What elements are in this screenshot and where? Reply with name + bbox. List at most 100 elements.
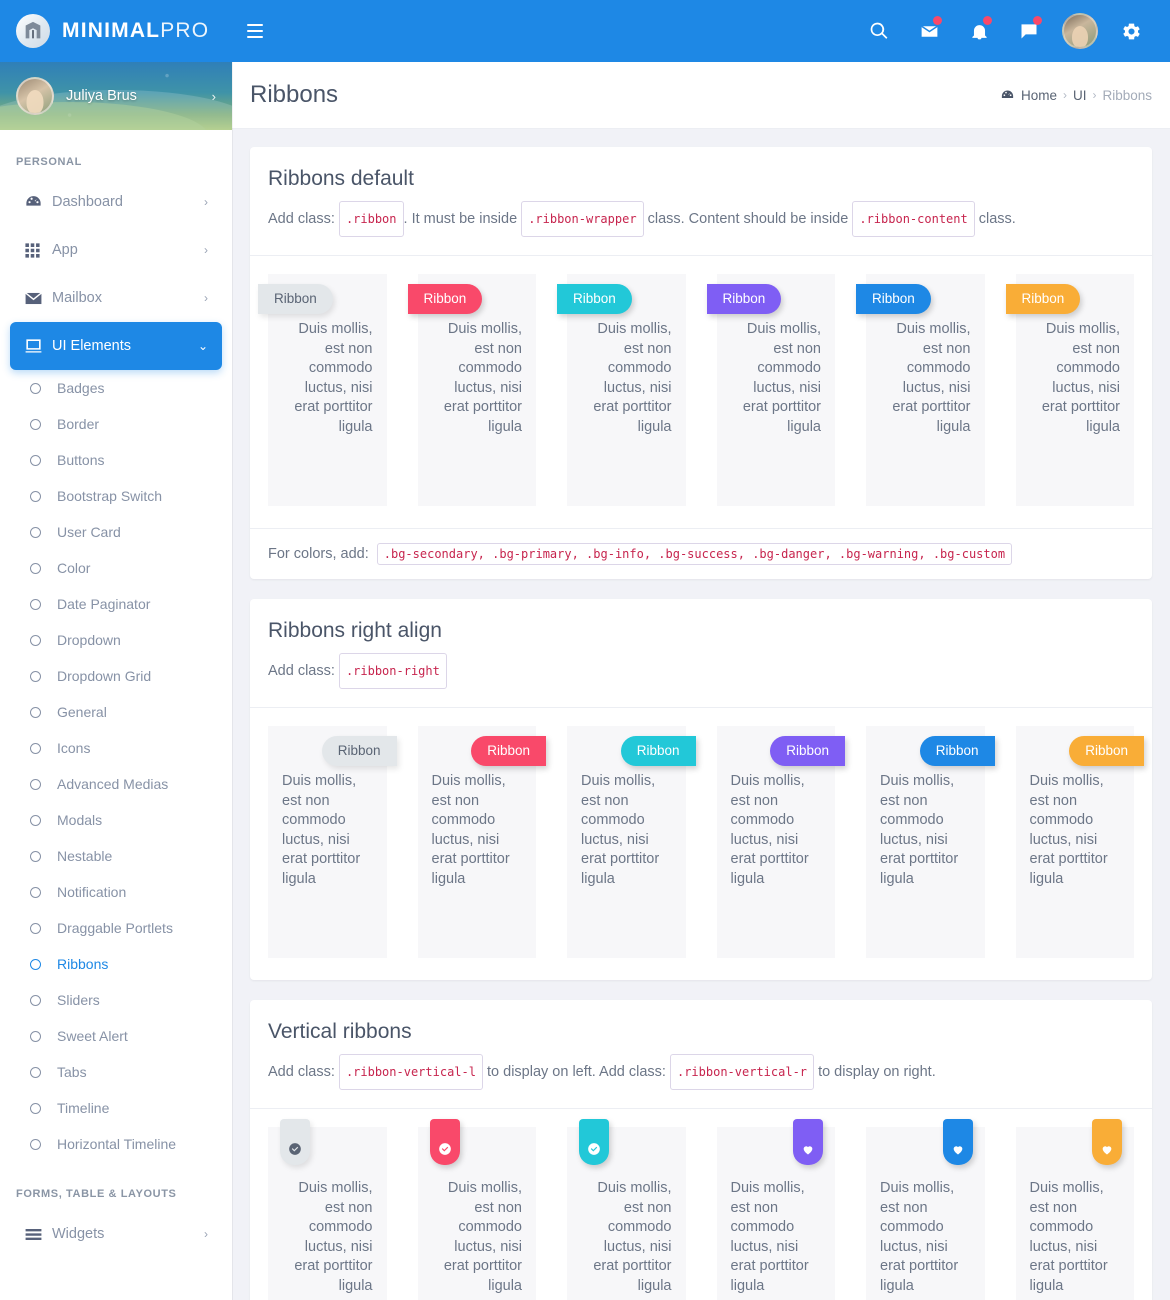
top-navigation-bar: MINIMALPRO [0, 0, 1170, 62]
home-icon [1000, 88, 1015, 103]
chevron-right-icon: › [204, 243, 208, 257]
top-actions [854, 0, 1170, 62]
sidebar-subitem-label: Nestable [57, 848, 113, 864]
breadcrumb-current: Ribbons [1102, 87, 1152, 103]
sidebar-subitem-label: Notification [57, 884, 127, 900]
check-circle-icon [438, 1142, 452, 1156]
sidebar-subitem-tabs[interactable]: Tabs [0, 1054, 232, 1090]
ribbon-wrapper: Ribbon Duis mollis, est non commodo luctu… [716, 726, 845, 958]
card-description: Add class: .ribbon-right [268, 653, 1134, 689]
sidebar-subitem-dropdown[interactable]: Dropdown [0, 622, 232, 658]
sidebar-subitem-date-paginator[interactable]: Date Paginator [0, 586, 232, 622]
sidebar-subitem-nestable[interactable]: Nestable [0, 838, 232, 874]
ribbon-vertical-danger [942, 1119, 973, 1165]
breadcrumb-home[interactable]: Home [1021, 88, 1057, 103]
mail-button[interactable] [904, 0, 954, 62]
sidebar-subitem-dropdown-grid[interactable]: Dropdown Grid [0, 658, 232, 694]
brand-logo-area[interactable]: MINIMALPRO [0, 0, 232, 62]
notifications-badge-dot [983, 16, 992, 25]
ribbon-content: Duis mollis, est non commodo luctus, nis… [742, 321, 821, 435]
sidebar-subitem-general[interactable]: General [0, 694, 232, 730]
ribbon-wrapper: Ribbon Duis mollis, est non commodo luctu… [567, 726, 696, 958]
ribbon-right-danger: Ribbon [919, 736, 995, 766]
messages-badge-dot [1033, 16, 1042, 25]
sidebar-item-ui-elements[interactable]: UI Elements ⌄ [10, 322, 222, 370]
card-vertical-ribbons: Vertical ribbons Add class: .ribbon-vert… [250, 1000, 1152, 1300]
desc-text: Add class: [268, 210, 335, 227]
ribbon-info: Ribbon [557, 284, 632, 314]
circle-icon [30, 706, 41, 718]
sidebar-subitem-ribbons[interactable]: Ribbons [0, 946, 232, 982]
card-header: Ribbons right align Add class: .ribbon-r… [250, 599, 1152, 707]
heart-icon [801, 1143, 815, 1156]
ribbons-right-grid: Ribbon Duis mollis, est non commodo luctu… [268, 726, 1144, 958]
sidebar-subitem-label: Draggable Portlets [57, 920, 173, 936]
ribbon-vertical-secondary [280, 1119, 310, 1165]
dashboard-icon [24, 193, 52, 212]
ribbon-right-primary: Ribbon [471, 736, 546, 766]
ribbon-wrapper: Duis mollis, est non commodo luctus, nis… [417, 1119, 536, 1300]
notifications-button[interactable] [954, 0, 1004, 62]
sidebar-subitem-horizontal-timeline[interactable]: Horizontal Timeline [0, 1126, 232, 1162]
ribbon-content: Duis mollis, est non commodo luctus, nis… [1029, 1180, 1108, 1294]
ribbon-wrapper: Ribbon Duis mollis, est non commodo luctu… [706, 274, 835, 506]
sidebar-subitem-timeline[interactable]: Timeline [0, 1090, 232, 1126]
sidebar-subitem-advanced-medias[interactable]: Advanced Medias [0, 766, 232, 802]
breadcrumb-separator: › [1062, 88, 1067, 102]
circle-icon [30, 994, 41, 1006]
sidebar-item-widgets[interactable]: Widgets › [10, 1210, 222, 1258]
check-circle-icon [288, 1142, 302, 1156]
messages-button[interactable] [1004, 0, 1054, 62]
sidebar-subitem-color[interactable]: Color [0, 550, 232, 586]
ribbon-content: Duis mollis, est non commodo luctus, nis… [1029, 773, 1108, 887]
settings-button[interactable] [1106, 0, 1156, 62]
sidebar-user-profile[interactable]: Juliya Brus › [0, 62, 232, 130]
circle-icon [30, 490, 41, 502]
ribbon-content: Duis mollis, est non commodo luctus, nis… [294, 321, 373, 435]
circle-icon [30, 526, 41, 538]
sidebar-item-mailbox[interactable]: Mailbox › [10, 274, 222, 322]
breadcrumb: Home › UI › Ribbons [1000, 88, 1152, 103]
sidebar-item-dashboard[interactable]: Dashboard › [10, 178, 222, 226]
sidebar-subitem-label: Horizontal Timeline [57, 1136, 177, 1152]
sidebar-item-label: Mailbox [52, 290, 102, 306]
card-ribbons-default: Ribbons default Add class: .ribbon. It m… [250, 147, 1152, 579]
ribbon-wrapper: Duis mollis, est non commodo luctus, nis… [716, 1119, 835, 1300]
sidebar-subitem-border[interactable]: Border [0, 406, 232, 442]
sidebar-subitem-buttons[interactable]: Buttons [0, 442, 232, 478]
ribbon-content: Duis mollis, est non commodo luctus, nis… [581, 773, 660, 887]
ribbon-wrapper: Ribbon Duis mollis, est non commodo luctu… [1015, 726, 1144, 958]
circle-icon [30, 670, 41, 682]
user-avatar[interactable] [1062, 13, 1098, 49]
sidebar-subitem-badges[interactable]: Badges [0, 370, 232, 406]
sidebar-subitem-draggable-portlets[interactable]: Draggable Portlets [0, 910, 232, 946]
sidebar-subitem-bootstrap-switch[interactable]: Bootstrap Switch [0, 478, 232, 514]
card-footer: For colors, add: .bg-secondary, .bg-prim… [250, 528, 1152, 579]
sidebar-subitem-label: Timeline [57, 1100, 110, 1116]
brand-name: MINIMALPRO [62, 19, 209, 43]
ribbon-wrapper: Ribbon Duis mollis, est non commodo luctu… [557, 274, 686, 506]
desc-text: . It must be inside [403, 210, 518, 227]
sidebar-subitem-label: Dropdown Grid [57, 668, 152, 684]
sidebar-subitem-icons[interactable]: Icons [0, 730, 232, 766]
ribbon-content: Duis mollis, est non commodo luctus, nis… [1041, 321, 1120, 435]
search-button[interactable] [854, 0, 904, 62]
menu-toggle-button[interactable] [232, 0, 278, 62]
main-content: Ribbons Home › UI › Ribbons Ribbons defa… [232, 62, 1170, 1300]
ribbon-content: Duis mollis, est non commodo luctus, nis… [880, 1180, 959, 1294]
sidebar-subitem-notification[interactable]: Notification [0, 874, 232, 910]
ribbon-content: Duis mollis, est non commodo luctus, nis… [880, 773, 959, 887]
sidebar-subitem-user-card[interactable]: User Card [0, 514, 232, 550]
ribbon-content: Duis mollis, est non commodo luctus, nis… [593, 1180, 672, 1294]
ribbon-wrapper: Duis mollis, est non commodo luctus, nis… [268, 1119, 387, 1300]
monitor-icon [24, 337, 52, 356]
sidebar-subitem-sweet-alert[interactable]: Sweet Alert [0, 1018, 232, 1054]
sidebar-subitem-modals[interactable]: Modals [0, 802, 232, 838]
sidebar-subitem-sliders[interactable]: Sliders [0, 982, 232, 1018]
circle-icon [30, 742, 41, 754]
sidebar-subitem-label: Buttons [57, 452, 105, 468]
sidebar-item-app[interactable]: App › [10, 226, 222, 274]
chevron-right-icon: › [204, 1227, 208, 1241]
breadcrumb-ui[interactable]: UI [1073, 88, 1087, 103]
sidebar-subitem-label: Sliders [57, 992, 100, 1008]
